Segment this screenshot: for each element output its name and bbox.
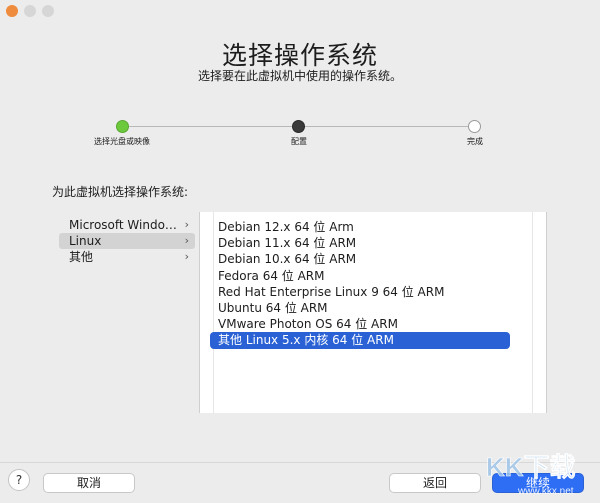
list-item-selected[interactable]: 其他 Linux 5.x 内核 64 位 ARM	[210, 332, 510, 349]
step-connector	[129, 126, 293, 127]
section-label: 为此虚拟机选择操作系统:	[52, 185, 189, 199]
step-connector	[305, 126, 469, 127]
list-item[interactable]: Debian 11.x 64 位 ARM	[210, 235, 510, 251]
wizard-window: 选择操作系统 选择要在此虚拟机中使用的操作系统。 选择光盘或映像 配置 完成 为…	[0, 0, 600, 503]
os-version-list: Debian 12.x 64 位 Arm Debian 11.x 64 位 AR…	[210, 219, 510, 349]
help-button[interactable]: ?	[8, 469, 30, 491]
footer-divider	[0, 462, 600, 463]
category-item-windows[interactable]: Microsoft Windo… ›	[59, 217, 195, 233]
category-label: Microsoft Windo…	[69, 218, 177, 232]
step-2-label: 配置	[291, 137, 307, 146]
os-category-list: Microsoft Windo… › Linux › 其他 ›	[59, 217, 195, 265]
list-item[interactable]: Debian 10.x 64 位 ARM	[210, 251, 510, 267]
progress-steps: 选择光盘或映像 配置 完成	[0, 118, 600, 158]
page-subtitle: 选择要在此虚拟机中使用的操作系统。	[197, 69, 402, 83]
step-2-indicator	[292, 120, 305, 133]
list-item[interactable]: Ubuntu 64 位 ARM	[210, 300, 510, 316]
chevron-right-icon: ›	[184, 250, 189, 263]
category-item-linux[interactable]: Linux ›	[59, 233, 195, 249]
category-label: Linux	[69, 234, 102, 248]
step-3-indicator	[468, 120, 481, 133]
step-3-label: 完成	[467, 137, 483, 146]
minimize-window-button[interactable]	[24, 5, 36, 17]
chevron-right-icon: ›	[184, 218, 189, 231]
list-item[interactable]: Fedora 64 位 ARM	[210, 268, 510, 284]
step-1-indicator	[116, 120, 129, 133]
category-label: 其他	[69, 250, 94, 264]
list-item[interactable]: Debian 12.x 64 位 Arm	[210, 219, 510, 235]
back-button[interactable]: 返回	[389, 473, 481, 493]
list-item[interactable]: Red Hat Enterprise Linux 9 64 位 ARM	[210, 284, 510, 300]
close-window-button[interactable]	[6, 5, 18, 17]
step-1-label: 选择光盘或映像	[94, 137, 150, 146]
chevron-right-icon: ›	[184, 234, 189, 247]
window-controls	[6, 5, 54, 17]
os-version-panel: Debian 12.x 64 位 Arm Debian 11.x 64 位 AR…	[199, 212, 547, 413]
cancel-button[interactable]: 取消	[43, 473, 135, 493]
category-item-other[interactable]: 其他 ›	[59, 249, 195, 265]
continue-button[interactable]: 继续	[492, 473, 584, 493]
zoom-window-button[interactable]	[42, 5, 54, 17]
list-item[interactable]: VMware Photon OS 64 位 ARM	[210, 316, 510, 332]
